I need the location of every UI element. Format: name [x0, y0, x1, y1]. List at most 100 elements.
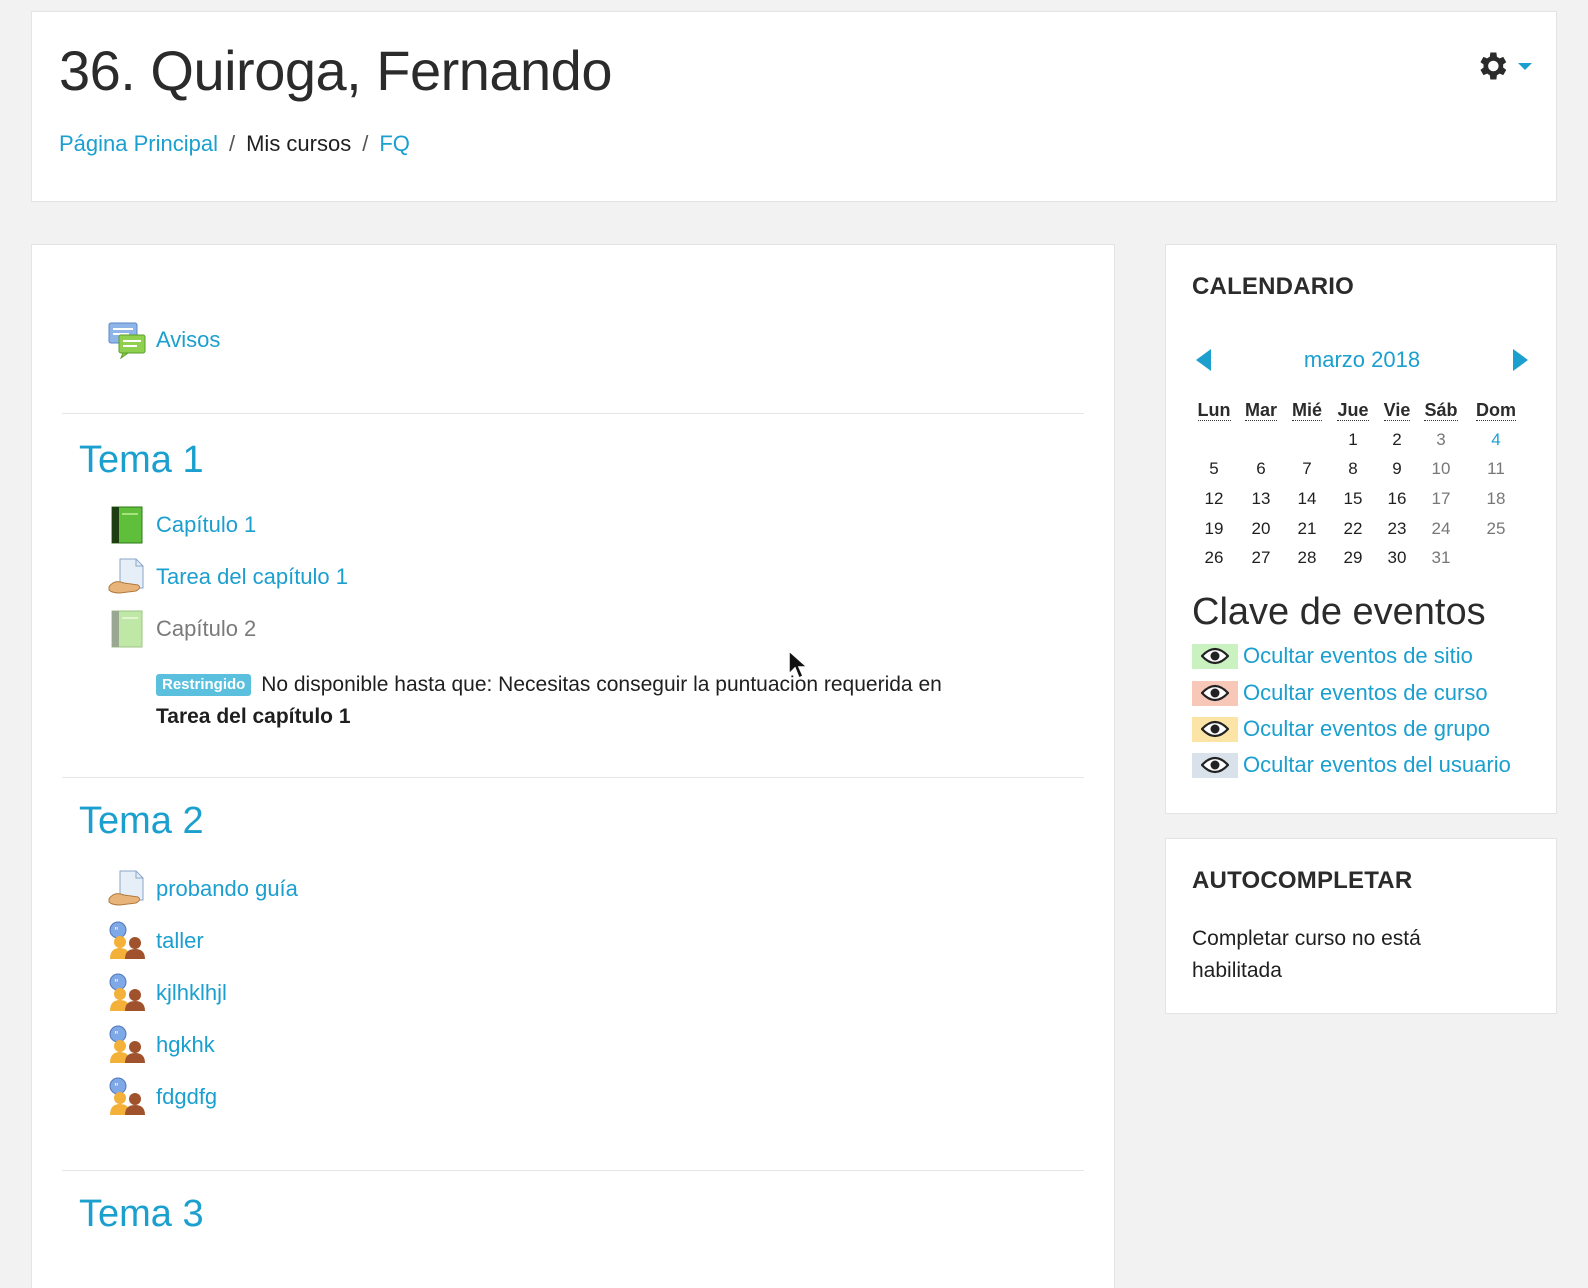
eye-icon — [1201, 756, 1229, 774]
activity-label: fdgdfg — [156, 1084, 218, 1109]
assignment-icon — [108, 870, 144, 906]
activity-label: Tarea del capítulo 1 — [156, 564, 349, 589]
calendar-day[interactable]: 7 — [1284, 455, 1330, 485]
calendar-day[interactable]: 17 — [1418, 484, 1464, 514]
calendar-weekdays: Lun Mar Mié Jue Vie Sáb Dom — [1190, 395, 1528, 425]
user-events-swatch — [1192, 752, 1238, 778]
calendar-day[interactable]: 10 — [1418, 455, 1464, 485]
section-title-1[interactable]: Tema 1 — [79, 439, 204, 482]
calendar-day[interactable]: 11 — [1464, 455, 1528, 485]
calendar-day[interactable]: 9 — [1376, 455, 1418, 485]
breadcrumb-separator: / — [228, 131, 236, 156]
activity-fdgdfg[interactable]: " fdgdfg — [108, 1077, 217, 1117]
breadcrumb: Página Principal / Mis cursos / FQ — [59, 131, 410, 157]
restriction-notice: Restringido No disponible hasta que: Nec… — [156, 669, 1036, 733]
mouse-cursor-icon — [788, 650, 808, 680]
weekday-header: Mar — [1244, 399, 1277, 421]
calendar-day[interactable]: 25 — [1464, 514, 1528, 544]
calendar-day[interactable]: 4 — [1464, 425, 1528, 455]
calendar-day[interactable]: 16 — [1376, 484, 1418, 514]
calendar-month-link[interactable]: marzo 2018 — [1192, 347, 1532, 373]
breadcrumb-course[interactable]: FQ — [379, 131, 410, 157]
calendar-day[interactable]: 27 — [1238, 543, 1284, 573]
calendar-day[interactable]: 24 — [1418, 514, 1464, 544]
next-month-icon[interactable] — [1513, 349, 1528, 371]
activity-label: Avisos — [156, 327, 221, 352]
restriction-text: No disponible hasta que: Necesitas conse… — [261, 673, 942, 696]
site-events-swatch — [1192, 643, 1238, 669]
calendar-empty-cell — [1284, 425, 1330, 455]
calendar-days: 1 2 3 4 5 6 7 8 9 10 11 12 13 14 15 16 17 18 19 20 21 22 23 24 2… — [1190, 425, 1528, 573]
activity-taller[interactable]: " taller — [108, 921, 204, 961]
calendar-week: 1234 — [1190, 425, 1528, 455]
calendar-day[interactable]: 18 — [1464, 484, 1528, 514]
calendar-day[interactable]: 20 — [1238, 514, 1284, 544]
calendar-week: 26 27 28 29 30 31 — [1190, 543, 1528, 573]
calendar-day[interactable]: 3 — [1418, 425, 1464, 455]
calendar-day[interactable]: 31 — [1418, 543, 1464, 573]
activity-probando-guia[interactable]: probando guía — [108, 869, 298, 909]
section-divider — [62, 1170, 1084, 1171]
autocomplete-block-title: AUTOCOMPLETAR — [1192, 867, 1413, 894]
page-header: 36. Quiroga, Fernando Página Principal /… — [31, 11, 1557, 202]
autocomplete-block: AUTOCOMPLETAR Completar curso no está ha… — [1165, 838, 1557, 1014]
events-key-title: Clave de eventos — [1192, 591, 1486, 633]
calendar-day[interactable]: 13 — [1238, 484, 1284, 514]
autocomplete-status-text: Completar curso no está habilitada — [1192, 927, 1421, 982]
calendar-day[interactable]: 23 — [1376, 514, 1418, 544]
assignment-icon — [108, 558, 144, 594]
section-title-3[interactable]: Tema 3 — [79, 1193, 204, 1236]
gear-icon — [1480, 52, 1507, 80]
workshop-icon: " — [109, 973, 145, 1011]
settings-menu-button[interactable] — [1474, 48, 1532, 84]
calendar-day[interactable]: 14 — [1284, 484, 1330, 514]
calendar-day[interactable]: 28 — [1284, 543, 1330, 573]
calendar-day[interactable]: 6 — [1238, 455, 1284, 485]
breadcrumb-my-courses[interactable]: Mis cursos — [246, 131, 351, 157]
calendar-day[interactable]: 22 — [1330, 514, 1376, 544]
calendar-day[interactable]: 29 — [1330, 543, 1376, 573]
svg-text:": " — [114, 1030, 119, 1041]
calendar-day[interactable]: 30 — [1376, 543, 1418, 573]
workshop-icon: " — [109, 921, 145, 959]
calendar-grid: Lun Mar Mié Jue Vie Sáb Dom 1 2 3 4 5 6 7 8 9 10 1… — [1190, 395, 1528, 573]
restriction-target: Tarea del capítulo 1 — [156, 705, 351, 728]
section-title-2[interactable]: Tema 2 — [79, 800, 204, 843]
toggle-user-events[interactable]: Ocultar eventos del usuario — [1192, 752, 1511, 778]
calendar-day[interactable]: 21 — [1284, 514, 1330, 544]
calendar-day[interactable]: 26 — [1190, 543, 1238, 573]
weekday-header: Vie — [1383, 399, 1411, 421]
breadcrumb-separator: / — [362, 131, 369, 156]
activity-capitulo-2: Capítulo 2 — [108, 609, 256, 649]
toggle-label: Ocultar eventos de grupo — [1243, 716, 1491, 741]
eye-icon — [1201, 647, 1229, 665]
toggle-label: Ocultar eventos del usuario — [1243, 752, 1511, 777]
activity-label: Capítulo 2 — [156, 616, 257, 641]
activity-kjlhklhjl[interactable]: " kjlhklhjl — [108, 973, 227, 1013]
activity-label: taller — [156, 928, 204, 953]
weekday-header: Lun — [1197, 399, 1231, 421]
eye-icon — [1201, 720, 1229, 738]
calendar-day[interactable]: 12 — [1190, 484, 1238, 514]
book-icon — [111, 610, 143, 648]
calendar-block: CALENDARIO marzo 2018 Lun Mar Mié Jue Vi… — [1165, 244, 1557, 814]
course-events-swatch — [1192, 680, 1238, 706]
calendar-week: 19 20 21 22 23 24 25 — [1190, 514, 1528, 544]
toggle-course-events[interactable]: Ocultar eventos de curso — [1192, 680, 1488, 706]
calendar-week: 12 13 14 15 16 17 18 — [1190, 484, 1528, 514]
calendar-day[interactable]: 8 — [1330, 455, 1376, 485]
activity-announcements[interactable]: Avisos — [108, 321, 220, 359]
activity-tarea-capitulo-1[interactable]: Tarea del capítulo 1 — [108, 557, 348, 597]
section-divider — [62, 413, 1084, 414]
breadcrumb-home[interactable]: Página Principal — [59, 131, 218, 157]
activity-capitulo-1[interactable]: Capítulo 1 — [108, 505, 256, 545]
toggle-label: Ocultar eventos de sitio — [1243, 643, 1473, 668]
calendar-day[interactable]: 2 — [1376, 425, 1418, 455]
activity-hgkhk[interactable]: " hgkhk — [108, 1025, 215, 1065]
calendar-day[interactable]: 15 — [1330, 484, 1376, 514]
calendar-day[interactable]: 19 — [1190, 514, 1238, 544]
calendar-day[interactable]: 1 — [1330, 425, 1376, 455]
calendar-day[interactable]: 5 — [1190, 455, 1238, 485]
toggle-group-events[interactable]: Ocultar eventos de grupo — [1192, 716, 1490, 742]
toggle-site-events[interactable]: Ocultar eventos de sitio — [1192, 643, 1473, 669]
